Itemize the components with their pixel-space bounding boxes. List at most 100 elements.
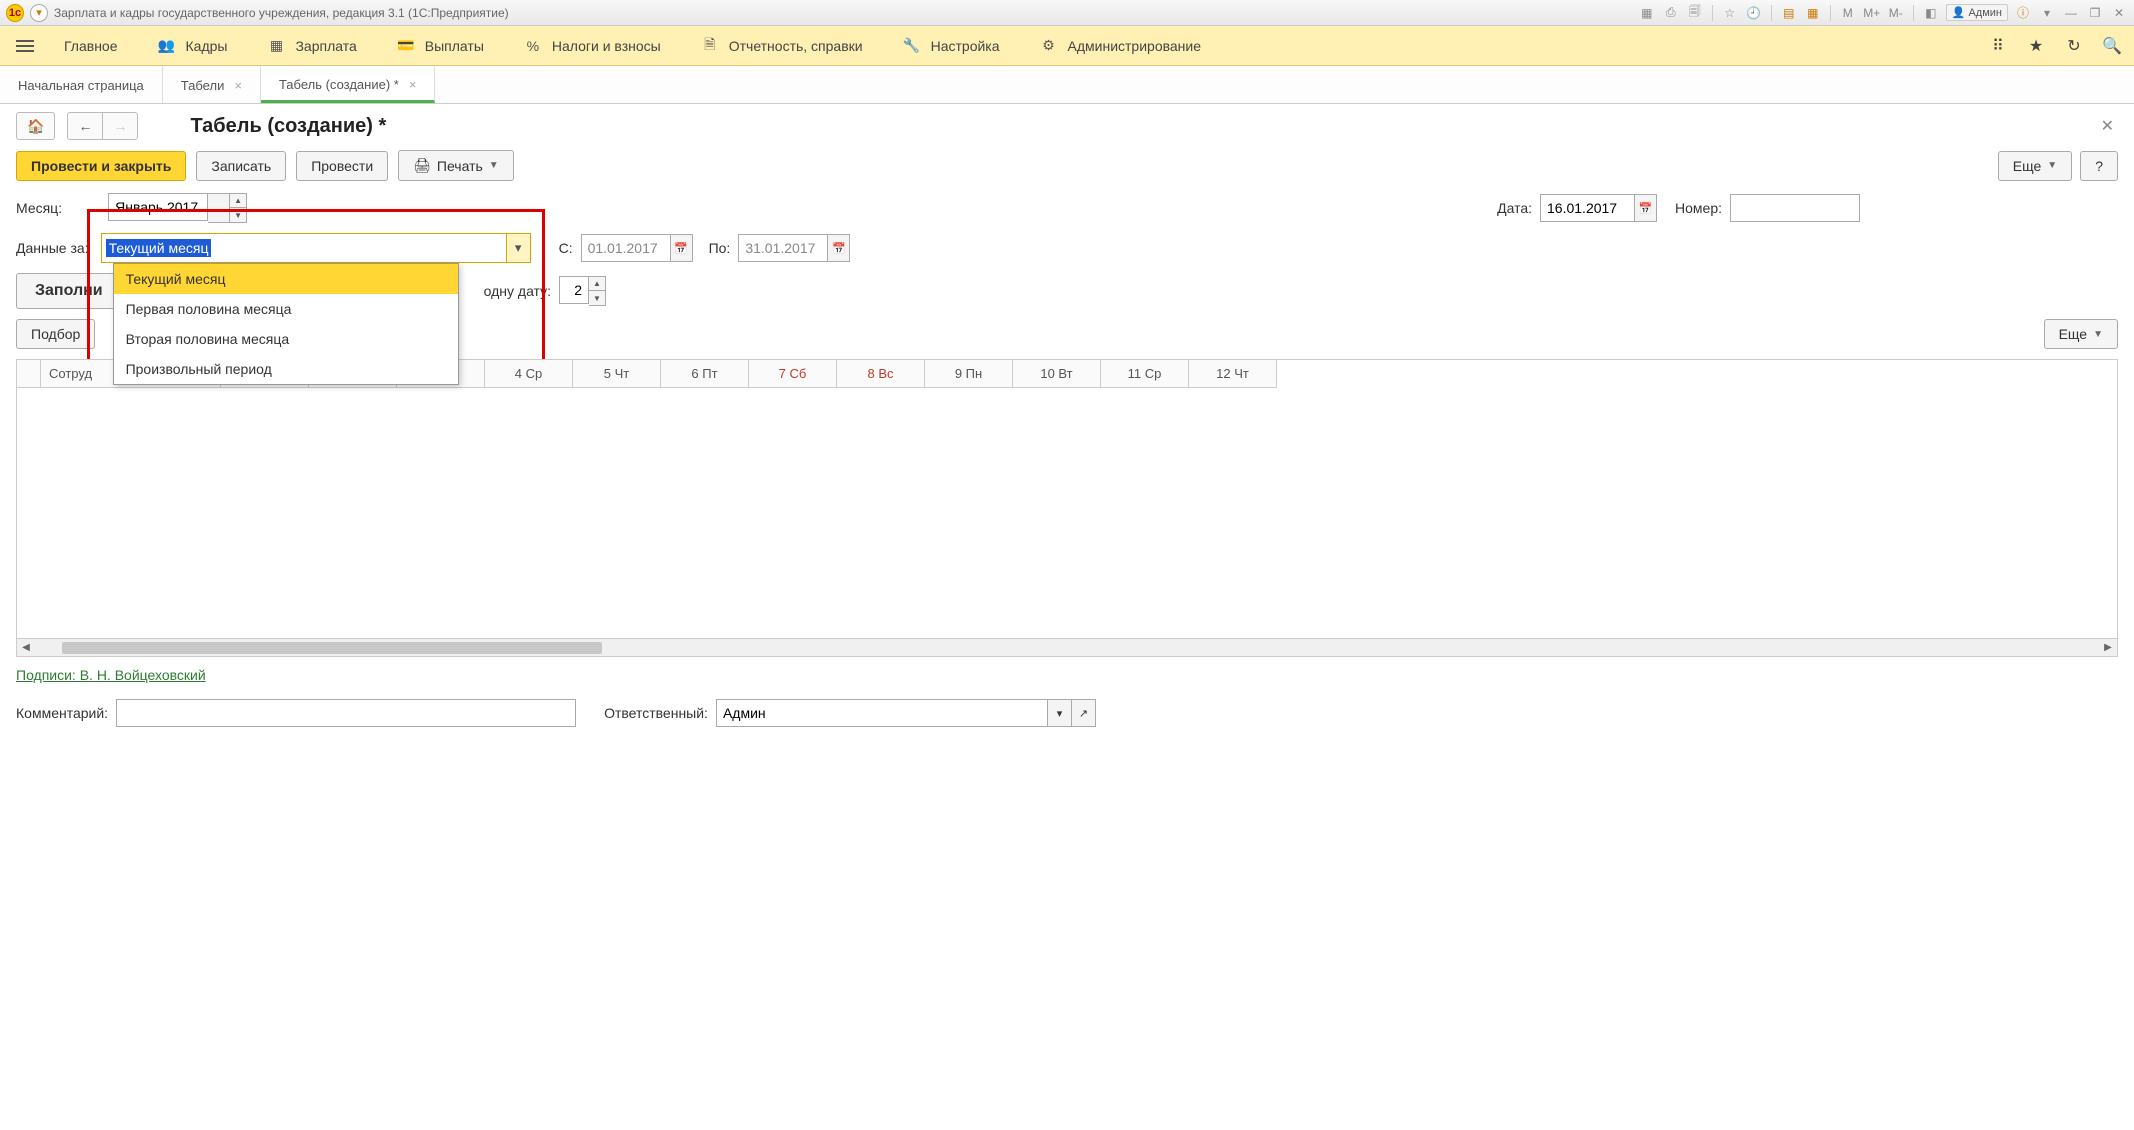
from-input	[581, 234, 671, 262]
month-input[interactable]	[108, 193, 208, 221]
onedate-spinner[interactable]: ▲▼	[589, 276, 606, 306]
close-icon[interactable]: ×	[234, 78, 242, 93]
m-minus-icon[interactable]: M-	[1887, 4, 1905, 22]
tab-tabel-create[interactable]: Табель (создание) *×	[261, 66, 435, 103]
timesheet-table[interactable]: СотрудВс2 Пн3 Вт4 Ср5 Чт6 Пт7 Сб8 Вс9 Пн…	[16, 359, 2118, 639]
scroll-left-icon[interactable]: ◀	[17, 639, 35, 657]
menu-kadry[interactable]: 👥Кадры	[142, 31, 244, 61]
caret-icon[interactable]: ▾	[2038, 4, 2056, 22]
day-header[interactable]: 7 Сб	[749, 360, 837, 388]
day-header[interactable]: 11 Ср	[1101, 360, 1189, 388]
responsible-input[interactable]	[716, 699, 1048, 727]
calendar-icon[interactable]: ▦	[1804, 4, 1822, 22]
print-button[interactable]: 🖨Печать▼	[398, 150, 514, 181]
more-button[interactable]: Еще▼	[1998, 151, 2072, 181]
tb-icon-1[interactable]: ▦	[1638, 4, 1656, 22]
chevron-down-icon[interactable]: ▾	[506, 234, 530, 262]
from-label: С:	[559, 240, 573, 256]
titlebar-icons: ▦ ⎙ 🗐 ☆ 🕘 ▤ ▦ M M+ M- ◧ 👤 Админ ⓘ ▾ — ❐ …	[1638, 4, 2128, 22]
number-input[interactable]	[1730, 194, 1860, 222]
menu-otchetnost[interactable]: 🗎Отчетность, справки	[685, 31, 879, 61]
day-header[interactable]: 9 Пн	[925, 360, 1013, 388]
menu-nastroyka[interactable]: 🔧Настройка	[887, 31, 1016, 61]
page-content: 🏠 ← → Табель (создание) * ✕ Провести и з…	[0, 104, 2134, 735]
responsible-label: Ответственный:	[604, 705, 708, 721]
minimize-icon[interactable]: —	[2062, 4, 2080, 22]
history-icon[interactable]: 🕘	[1745, 4, 1763, 22]
window-title: Зарплата и кадры государственного учрежд…	[54, 6, 509, 20]
menu-main[interactable]: Главное	[48, 32, 134, 60]
chevron-down-icon: ▼	[2047, 160, 2057, 171]
titlebar-dropdown-icon[interactable]: ▾	[30, 4, 48, 22]
apps-icon[interactable]: ⠿	[1986, 34, 2010, 58]
to-input	[738, 234, 828, 262]
panel-icon[interactable]: ◧	[1922, 4, 1940, 22]
datafor-dropdown[interactable]: Текущий месяц ▾	[101, 233, 531, 263]
history2-icon[interactable]: ↻	[2062, 34, 2086, 58]
datafor-option-custom[interactable]: Произвольный период	[114, 354, 458, 384]
titlebar: 1c ▾ Зарплата и кадры государственного у…	[0, 0, 2134, 26]
date-calendar-button[interactable]: 📅	[1635, 194, 1657, 222]
star-icon[interactable]: ★	[2024, 34, 2048, 58]
post-button[interactable]: Провести	[296, 151, 388, 181]
datafor-option-current[interactable]: Текущий месяц	[114, 264, 458, 294]
date-label: Дата:	[1497, 200, 1532, 216]
menu-nalogi[interactable]: %Налоги и взносы	[508, 31, 677, 61]
date-input[interactable]	[1540, 194, 1635, 222]
responsible-dropdown-button[interactable]: ▾	[1048, 699, 1072, 727]
help-button[interactable]: ?	[2080, 151, 2118, 181]
datafor-option-first-half[interactable]: Первая половина месяца	[114, 294, 458, 324]
menu-zarplata[interactable]: ▦Зарплата	[251, 31, 372, 61]
scroll-right-icon[interactable]: ▶	[2099, 639, 2117, 657]
menu-vyplaty[interactable]: 💳Выплаты	[381, 31, 500, 61]
m-icon[interactable]: M	[1839, 4, 1857, 22]
favorite-icon[interactable]: ☆	[1721, 4, 1739, 22]
table-icon: ▦	[267, 37, 285, 55]
day-header[interactable]: 12 Чт	[1189, 360, 1277, 388]
day-header[interactable]: 5 Чт	[573, 360, 661, 388]
chevron-down-icon: ▼	[489, 160, 499, 171]
user-name: Админ	[1968, 7, 2002, 19]
day-header[interactable]: 10 Вт	[1013, 360, 1101, 388]
day-header[interactable]: 4 Ср	[485, 360, 573, 388]
month-select-button[interactable]: ...	[208, 193, 230, 223]
tb-icon-2[interactable]: ⎙	[1662, 4, 1680, 22]
signatures-link[interactable]: Подписи: В. Н. Войцеховский	[16, 667, 206, 683]
close-icon[interactable]: ×	[409, 77, 417, 92]
day-header[interactable]: 8 Вс	[837, 360, 925, 388]
wallet-icon: 💳	[397, 37, 415, 55]
printer-icon: 🖨	[413, 157, 431, 174]
menu-admin[interactable]: ⚙Администрирование	[1024, 31, 1218, 61]
post-and-close-button[interactable]: Провести и закрыть	[16, 151, 186, 181]
close-page-icon[interactable]: ✕	[2097, 112, 2118, 140]
info-icon[interactable]: ⓘ	[2014, 4, 2032, 22]
user-button[interactable]: 👤 Админ	[1946, 4, 2008, 21]
month-spinner[interactable]: ▲▼	[230, 193, 247, 223]
people-icon: 👥	[158, 37, 176, 55]
responsible-open-button[interactable]: ↗	[1072, 699, 1096, 727]
calc-icon[interactable]: ▤	[1780, 4, 1798, 22]
to-calendar-button[interactable]: 📅	[828, 234, 850, 262]
day-header[interactable]: 6 Пт	[661, 360, 749, 388]
maximize-icon[interactable]: ❐	[2086, 4, 2104, 22]
more2-button[interactable]: Еще▼	[2044, 319, 2118, 349]
m-plus-icon[interactable]: M+	[1863, 4, 1881, 22]
pick-button[interactable]: Подбор	[16, 319, 95, 349]
back-button[interactable]: ←	[67, 112, 103, 140]
h-scrollbar[interactable]: ◀ ▶	[16, 639, 2118, 657]
tab-tabeli[interactable]: Табели×	[163, 66, 261, 103]
fill-button[interactable]: Заполни	[16, 273, 122, 309]
hamburger-icon[interactable]	[10, 34, 40, 58]
onedate-input[interactable]	[559, 276, 589, 304]
close-window-icon[interactable]: ✕	[2110, 4, 2128, 22]
comment-input[interactable]	[116, 699, 576, 727]
home-button[interactable]: 🏠	[16, 112, 55, 140]
tab-start[interactable]: Начальная страница	[0, 66, 163, 103]
search-icon[interactable]: 🔍	[2100, 34, 2124, 58]
from-calendar-button[interactable]: 📅	[671, 234, 693, 262]
datafor-option-second-half[interactable]: Вторая половина месяца	[114, 324, 458, 354]
scroll-thumb[interactable]	[62, 642, 602, 654]
tb-icon-3[interactable]: 🗐	[1686, 4, 1704, 22]
save-button[interactable]: Записать	[196, 151, 286, 181]
datafor-options-list: Текущий месяц Первая половина месяца Вто…	[113, 263, 459, 385]
